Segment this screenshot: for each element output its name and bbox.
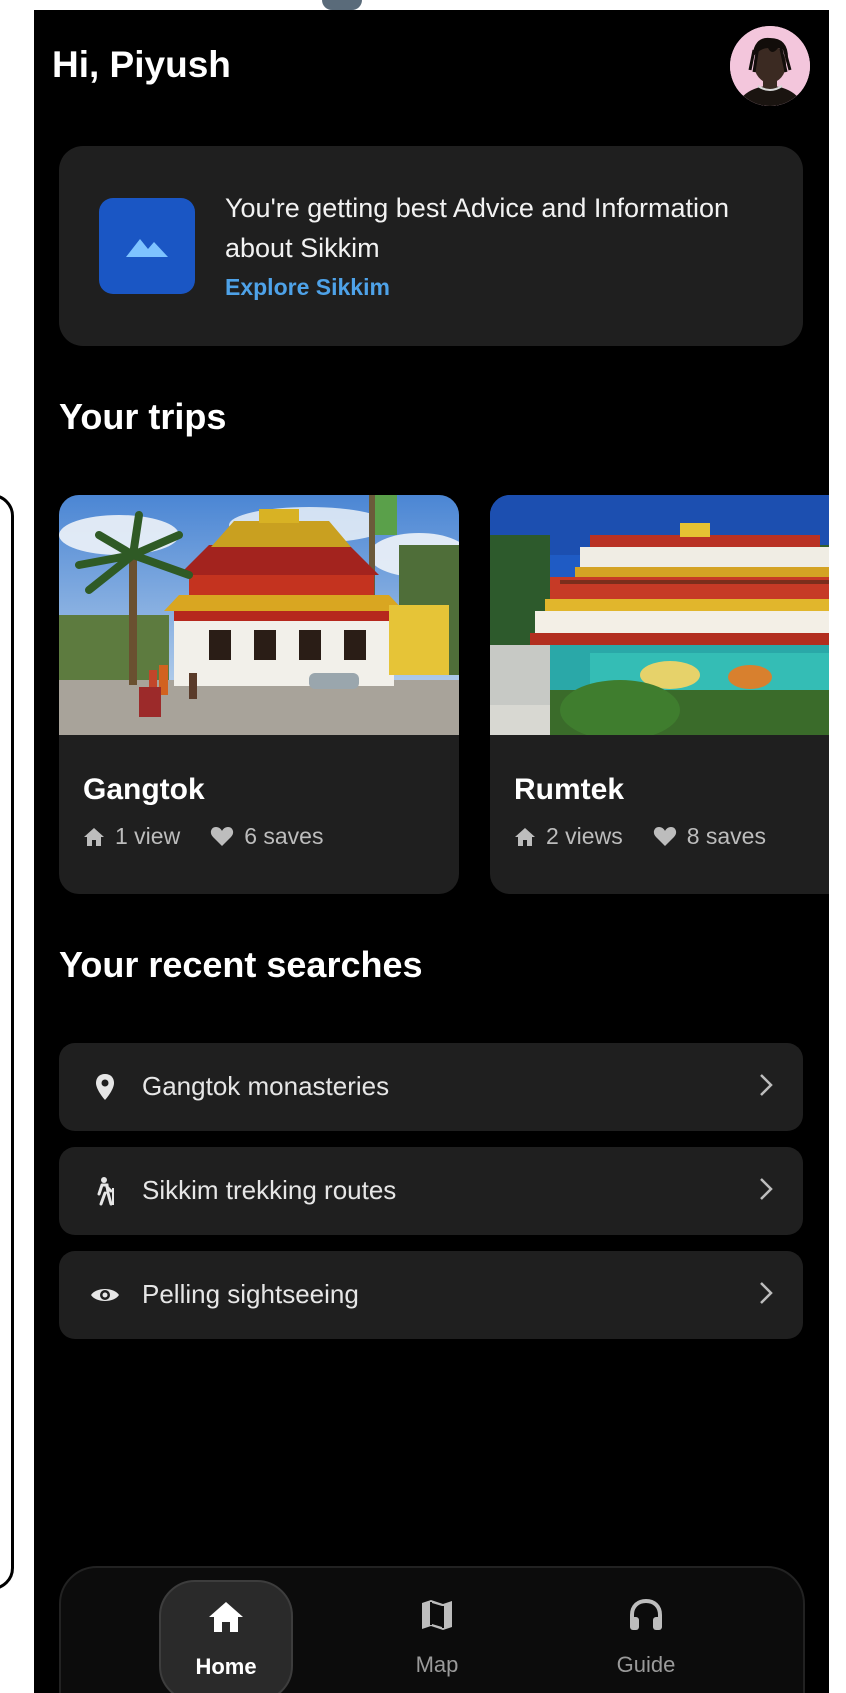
chevron-right-icon bbox=[759, 1281, 773, 1310]
info-message: You're getting best Advice and Informati… bbox=[225, 193, 729, 263]
heart-icon bbox=[653, 827, 676, 846]
explore-sikkim-link[interactable]: Explore Sikkim bbox=[225, 274, 390, 301]
app-screen: Hi, Piyush You're getting best Advice an… bbox=[34, 10, 829, 1693]
nav-label: Map bbox=[415, 1652, 459, 1677]
nav-item-guide[interactable]: Guide bbox=[581, 1580, 711, 1693]
nav-item-map[interactable]: Map bbox=[372, 1580, 502, 1693]
landscape-icon bbox=[126, 239, 168, 257]
location-pin-icon bbox=[89, 1071, 121, 1103]
chevron-right-icon bbox=[759, 1073, 773, 1102]
home-icon bbox=[84, 827, 104, 846]
hiking-icon bbox=[89, 1175, 121, 1207]
views-stat: 1 view bbox=[83, 823, 180, 850]
chevron-right-icon bbox=[759, 1177, 773, 1206]
saves-count: 6 saves bbox=[244, 823, 324, 849]
map-icon bbox=[372, 1598, 502, 1632]
heart-icon bbox=[211, 827, 234, 846]
adjacent-device-edge bbox=[0, 494, 14, 1590]
trip-stats: 2 views 8 saves bbox=[514, 823, 766, 850]
recent-search-label: Sikkim trekking routes bbox=[142, 1175, 397, 1205]
trip-card-gangtok[interactable]: Gangtok 1 view 6 saves bbox=[59, 495, 459, 894]
nav-label: Guide bbox=[616, 1652, 676, 1677]
home-icon bbox=[515, 827, 535, 846]
info-card: You're getting best Advice and Informati… bbox=[59, 146, 803, 346]
trip-card-rumtek[interactable]: Rumtek 2 views 8 saves bbox=[490, 495, 829, 894]
home-icon bbox=[161, 1600, 291, 1634]
page: Hi, Piyush You're getting best Advice an… bbox=[0, 0, 846, 1693]
recent-search-item[interactable]: Pelling sightseeing bbox=[59, 1251, 803, 1339]
trip-stats: 1 view 6 saves bbox=[83, 823, 323, 850]
saves-stat: 6 saves bbox=[210, 823, 323, 850]
rumtek-monastery-image bbox=[490, 495, 829, 735]
status-notch bbox=[322, 0, 362, 10]
recent-search-item[interactable]: Gangtok monasteries bbox=[59, 1043, 803, 1131]
eye-icon bbox=[89, 1279, 121, 1311]
saves-count: 8 saves bbox=[686, 823, 766, 849]
bottom-navigation-bar: Home Map Guide bbox=[59, 1566, 805, 1693]
saves-stat: 8 saves bbox=[653, 823, 766, 850]
trips-heading: Your trips bbox=[59, 396, 227, 437]
recent-search-label: Pelling sightseeing bbox=[142, 1279, 359, 1309]
avatar-portrait-icon bbox=[730, 26, 810, 106]
views-count: 2 views bbox=[546, 823, 623, 849]
trip-title: Rumtek bbox=[514, 773, 625, 806]
nav-label: Home bbox=[195, 1654, 257, 1679]
recent-searches-heading: Your recent searches bbox=[59, 944, 423, 985]
recent-search-label: Gangtok monasteries bbox=[142, 1071, 390, 1101]
headphones-icon bbox=[581, 1598, 711, 1632]
views-count: 1 view bbox=[115, 823, 181, 849]
views-stat: 2 views bbox=[514, 823, 623, 850]
nav-item-home[interactable]: Home bbox=[159, 1580, 293, 1693]
recent-search-item[interactable]: Sikkim trekking routes bbox=[59, 1147, 803, 1235]
info-icon-box bbox=[99, 198, 195, 294]
gangtok-monastery-image bbox=[59, 495, 459, 735]
avatar[interactable] bbox=[730, 26, 810, 106]
greeting-title: Hi, Piyush bbox=[52, 44, 231, 85]
trip-title: Gangtok bbox=[83, 773, 205, 806]
